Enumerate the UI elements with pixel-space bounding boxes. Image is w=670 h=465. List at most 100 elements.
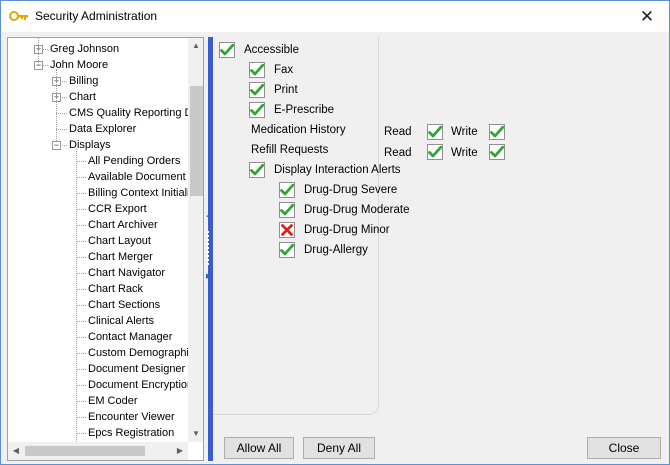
perm-fax[interactable]: Fax: [249, 60, 293, 80]
tree-guide-line: [38, 38, 39, 65]
medication-history-read-label: Read: [384, 126, 412, 138]
print-checkbox[interactable]: [249, 82, 265, 98]
drug-drug-moderate-checkbox[interactable]: [279, 202, 295, 218]
drug-drug-severe-checkbox[interactable]: [279, 182, 295, 198]
tree-connector: [56, 129, 67, 130]
tree-connector: [76, 417, 86, 418]
close-button[interactable]: Close: [587, 437, 661, 459]
tree-connector: [76, 401, 86, 402]
tree-horizontal-scrollbar[interactable]: ◀ ▶: [8, 442, 188, 460]
tree-item[interactable]: Contact Manager: [88, 329, 172, 345]
tree-connector: [76, 289, 86, 290]
tree-item[interactable]: Greg Johnson: [50, 41, 119, 57]
tree-guide-line: [76, 149, 77, 442]
tree-item[interactable]: Custom Demographic: [88, 345, 188, 361]
drug-drug-severe-label: Drug-Drug Severe: [304, 184, 398, 196]
check-icon: [490, 145, 504, 158]
tree-item[interactable]: CMS Quality Reporting D: [69, 105, 188, 121]
tree-connector: [76, 273, 86, 274]
tree-item[interactable]: Chart Navigator: [88, 265, 165, 281]
check-icon: [428, 125, 442, 138]
collapse-left-icon[interactable]: ◀: [206, 213, 211, 221]
scroll-up-icon[interactable]: ▲: [188, 38, 203, 54]
perm-drug-drug-severe[interactable]: Drug-Drug Severe: [279, 180, 397, 200]
refill-requests-read-checkbox[interactable]: [427, 144, 443, 160]
check-icon: [280, 203, 294, 216]
medication-history-read-checkbox[interactable]: [427, 124, 443, 140]
window-close-button[interactable]: ✕: [625, 1, 669, 32]
tree-item[interactable]: Billing: [69, 73, 98, 89]
display-interaction-alerts-label: Display Interaction Alerts: [274, 164, 401, 176]
check-icon: [250, 83, 264, 96]
collapse-node-icon[interactable]: −: [52, 141, 61, 150]
tree-item[interactable]: Chart Sections: [88, 297, 160, 313]
drug-drug-minor-label: Drug-Drug Minor: [304, 224, 390, 236]
refill-requests-write-checkbox[interactable]: [489, 144, 505, 160]
tree-item[interactable]: All Pending Orders: [88, 153, 180, 169]
tree-item[interactable]: CCR Export: [88, 201, 147, 217]
drug-allergy-checkbox[interactable]: [279, 242, 295, 258]
tree-connector: [76, 321, 86, 322]
tree-item[interactable]: Encounter Viewer: [88, 409, 175, 425]
perm-drug-drug-moderate[interactable]: Drug-Drug Moderate: [279, 200, 409, 220]
print-label: Print: [274, 84, 298, 96]
check-icon: [250, 63, 264, 76]
tree-connector: [76, 337, 86, 338]
perm-drug-drug-minor[interactable]: Drug-Drug Minor: [279, 220, 390, 240]
drug-drug-minor-checkbox[interactable]: [279, 222, 295, 238]
check-icon: [490, 125, 504, 138]
tree-connector: [76, 209, 86, 210]
tree-item[interactable]: John Moore: [50, 57, 108, 73]
eprescribe-checkbox[interactable]: [249, 102, 265, 118]
tree-connector: [76, 305, 86, 306]
tree-item[interactable]: Chart Archiver: [88, 217, 158, 233]
deny-all-button[interactable]: Deny All: [303, 437, 375, 459]
check-icon: [280, 243, 294, 256]
perm-accessible[interactable]: Accessible: [219, 40, 299, 60]
collapse-right-icon[interactable]: ▶: [206, 273, 211, 281]
tree-item[interactable]: Data Explorer: [69, 121, 136, 137]
pane-splitter[interactable]: ◀ ▶: [205, 37, 213, 461]
vertical-scroll-thumb[interactable]: [190, 86, 203, 196]
allow-all-button[interactable]: Allow All: [224, 437, 294, 459]
perm-drug-allergy[interactable]: Drug-Allergy: [279, 240, 368, 260]
medication-history-label: Medication History: [251, 124, 346, 136]
perm-eprescribe[interactable]: E-Prescribe: [249, 100, 334, 120]
tree-connector: [76, 257, 86, 258]
accessible-checkbox[interactable]: [219, 42, 235, 58]
tree-item[interactable]: Chart Layout: [88, 233, 151, 249]
fax-checkbox[interactable]: [249, 62, 265, 78]
fax-label: Fax: [274, 64, 294, 76]
tree-guide-line: [56, 69, 57, 141]
tree-item[interactable]: Document Encryption: [88, 377, 188, 393]
check-icon: [220, 43, 234, 56]
tree-content: Greg Johnson + John Moore − Billing + Chart + CM…: [8, 38, 188, 442]
tree-item[interactable]: Chart Rack: [88, 281, 143, 297]
tree-connector: [76, 369, 86, 370]
perm-display-interaction-alerts[interactable]: Display Interaction Alerts: [249, 160, 401, 180]
medication-history-write-label: Write: [451, 126, 478, 138]
tree-item[interactable]: Chart Merger: [88, 249, 153, 265]
medication-history-write-checkbox[interactable]: [489, 124, 505, 140]
tree-item[interactable]: Available Document: [88, 169, 186, 185]
key-icon: [9, 10, 29, 22]
display-interaction-alerts-checkbox[interactable]: [249, 162, 265, 178]
tree-item[interactable]: EM Coder: [88, 393, 138, 409]
drug-drug-moderate-label: Drug-Drug Moderate: [304, 204, 410, 216]
scroll-left-icon[interactable]: ◀: [8, 442, 24, 460]
tree-item[interactable]: Billing Context Initializ: [88, 185, 188, 201]
tree-vertical-scrollbar[interactable]: ▲ ▼: [188, 38, 203, 442]
refill-requests-read-label: Read: [384, 147, 412, 159]
horizontal-scroll-thumb[interactable]: [25, 446, 145, 456]
perm-print[interactable]: Print: [249, 80, 298, 100]
tree-item[interactable]: Chart: [69, 89, 96, 105]
splitter-grip[interactable]: [207, 231, 211, 265]
close-icon: ✕: [639, 6, 655, 26]
scroll-right-icon[interactable]: ▶: [172, 442, 188, 460]
tree-item[interactable]: Clinical Alerts: [88, 313, 154, 329]
tree-item[interactable]: Document Designer: [88, 361, 185, 377]
scroll-down-icon[interactable]: ▼: [188, 426, 203, 442]
tree-item[interactable]: Epcs Registration: [88, 425, 174, 441]
user-module-tree[interactable]: Greg Johnson + John Moore − Billing + Chart + CM…: [7, 37, 204, 461]
tree-connector: [76, 353, 86, 354]
